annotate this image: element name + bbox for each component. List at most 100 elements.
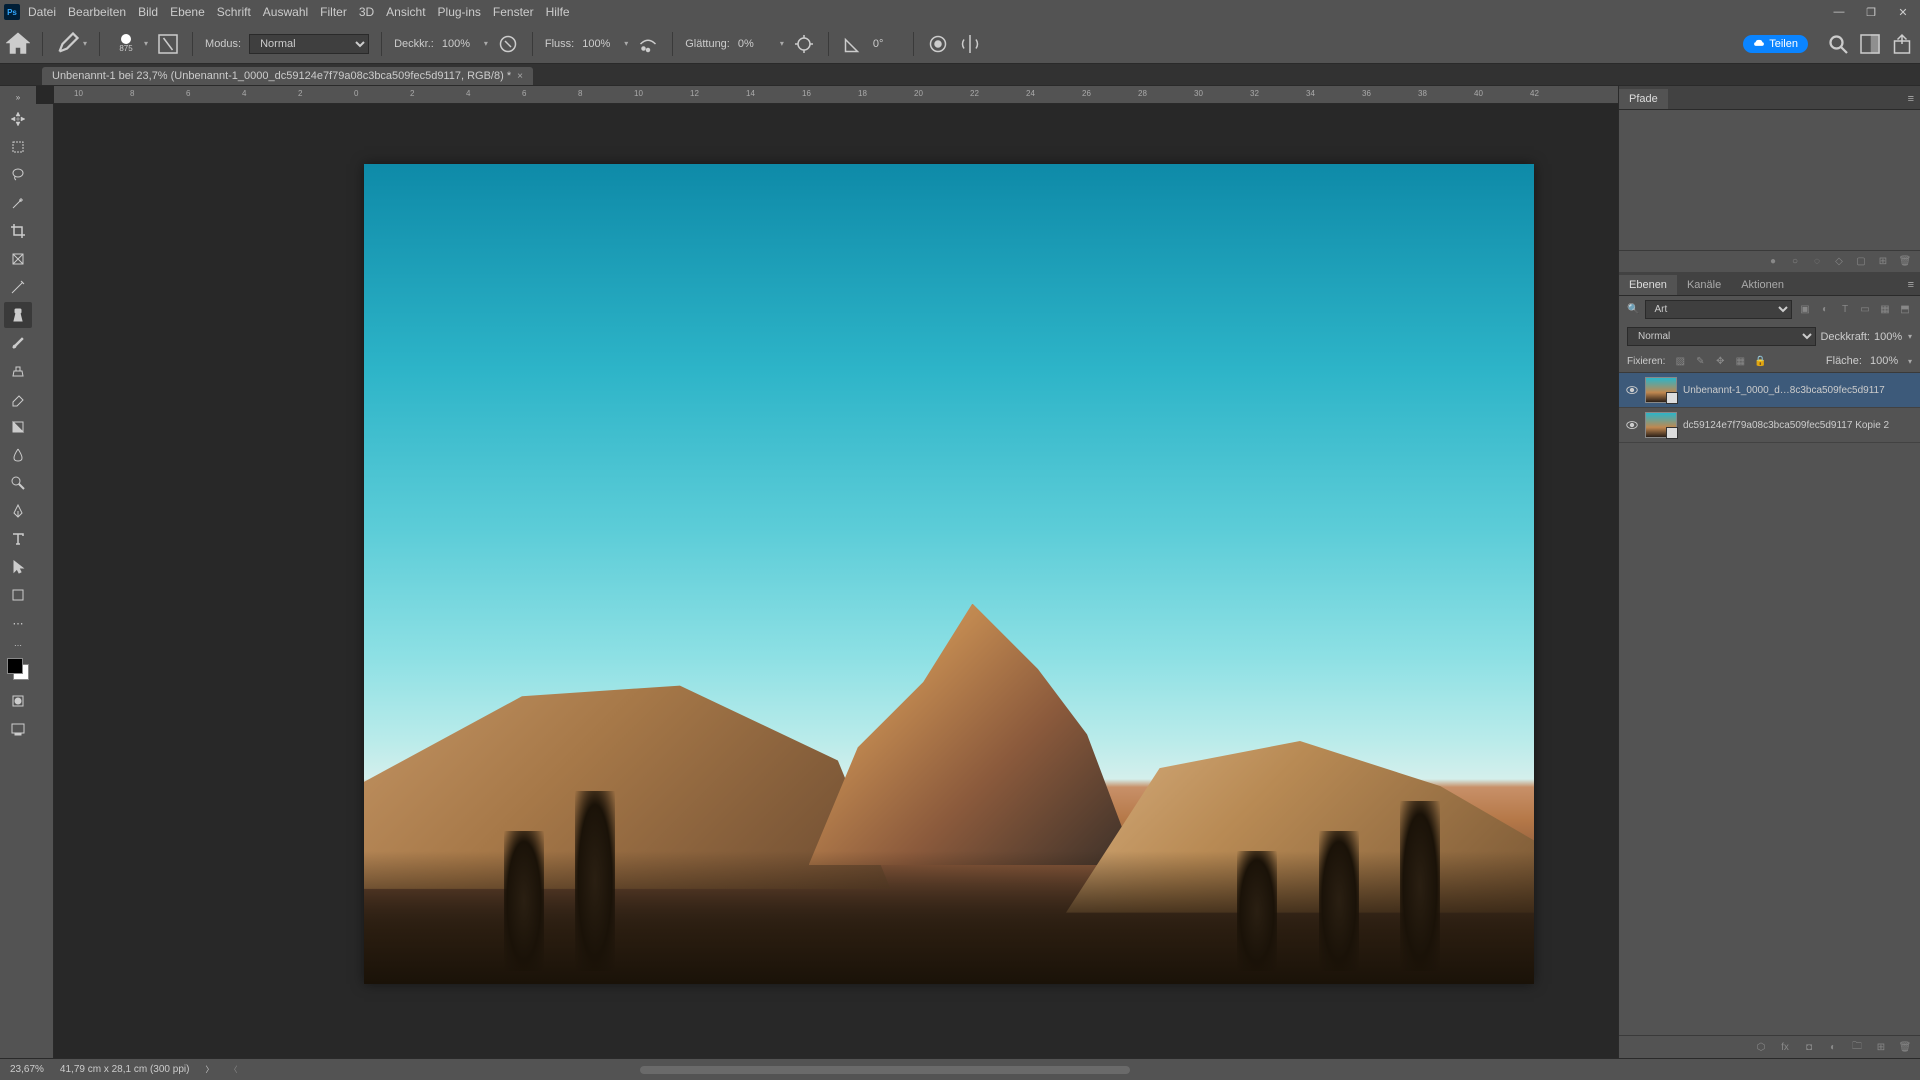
clone-stamp-tool[interactable] xyxy=(4,358,32,384)
menu-fenster[interactable]: Fenster xyxy=(493,5,534,19)
new-adjustment-layer-icon[interactable]: ◐ xyxy=(1826,1040,1840,1054)
search-icon[interactable] xyxy=(1826,32,1850,56)
layer-name[interactable]: dc59124e7f79a08c3bca509fec5d9117 Kopie 2 xyxy=(1683,420,1914,431)
menu-ansicht[interactable]: Ansicht xyxy=(386,5,425,19)
filter-pixel-icon[interactable]: ▣ xyxy=(1798,303,1812,317)
brush-preset-chevron-icon[interactable]: ▾ xyxy=(144,39,148,48)
layer-row[interactable]: dc59124e7f79a08c3bca509fec5d9117 Kopie 2 xyxy=(1619,408,1920,443)
healing-brush-tool[interactable] xyxy=(4,302,32,328)
link-layers-icon[interactable]: ⬡ xyxy=(1754,1040,1768,1054)
type-tool[interactable] xyxy=(4,526,32,552)
airbrush-icon[interactable] xyxy=(636,32,660,56)
quick-mask-icon[interactable] xyxy=(4,688,32,714)
share-button[interactable]: Teilen xyxy=(1743,35,1808,53)
new-path-icon[interactable]: ⊞ xyxy=(1876,255,1890,269)
doc-info-chevron-icon[interactable]: 〉 xyxy=(205,1064,213,1075)
smoothing-options-icon[interactable] xyxy=(792,32,816,56)
smoothing-input[interactable] xyxy=(738,38,776,50)
eraser-tool[interactable] xyxy=(4,386,32,412)
menu-bild[interactable]: Bild xyxy=(138,5,158,19)
fill-chevron-icon[interactable]: ▾ xyxy=(1908,357,1912,366)
layer-name[interactable]: Unbenannt-1_0000_d…8c3bca509fec5d9117 xyxy=(1683,385,1914,396)
marquee-tool[interactable] xyxy=(4,134,32,160)
dodge-tool[interactable] xyxy=(4,470,32,496)
document-dimensions[interactable]: 41,79 cm x 28,1 cm (300 ppi) xyxy=(60,1064,190,1075)
layer-thumbnail[interactable] xyxy=(1645,412,1677,438)
smoothing-chevron-icon[interactable]: ▾ xyxy=(780,39,784,48)
screen-mode-icon[interactable] xyxy=(4,716,32,742)
menu-ebene[interactable]: Ebene xyxy=(170,5,205,19)
blur-tool[interactable] xyxy=(4,442,32,468)
artboard[interactable] xyxy=(364,164,1534,984)
add-layer-mask-icon[interactable]: ◘ xyxy=(1802,1040,1816,1054)
flow-chevron-icon[interactable]: ▾ xyxy=(624,39,628,48)
new-group-icon[interactable]: 🗀 xyxy=(1850,1040,1864,1054)
opacity-chevron-icon[interactable]: ▾ xyxy=(484,39,488,48)
tab-pfade[interactable]: Pfade xyxy=(1619,89,1668,109)
frame-tool[interactable] xyxy=(4,246,32,272)
path-selection-tool[interactable] xyxy=(4,554,32,580)
brush-preview[interactable]: 875 xyxy=(112,30,140,58)
panel-menu-icon[interactable]: ≡ xyxy=(1902,89,1920,109)
zoom-level[interactable]: 23,67% xyxy=(10,1064,44,1075)
angle-input[interactable] xyxy=(873,38,901,50)
lock-position-icon[interactable]: ✥ xyxy=(1713,354,1727,368)
horizontal-ruler[interactable]: 10 8 6 4 2 0 2 4 6 8 10 12 14 16 18 20 2… xyxy=(54,86,1618,104)
visibility-eye-icon[interactable] xyxy=(1625,418,1639,432)
layers-panel-menu-icon[interactable]: ≡ xyxy=(1902,275,1920,295)
menu-hilfe[interactable]: Hilfe xyxy=(546,5,570,19)
layer-opacity-input[interactable] xyxy=(1874,331,1908,343)
tab-close-icon[interactable]: × xyxy=(517,71,523,82)
foreground-color-swatch[interactable] xyxy=(7,658,23,674)
path-to-selection-icon[interactable]: ◌ xyxy=(1810,255,1824,269)
filter-shape-icon[interactable]: ▭ xyxy=(1858,303,1872,317)
more-tools-icon[interactable]: ⋯ xyxy=(4,610,32,636)
eyedropper-tool[interactable] xyxy=(4,274,32,300)
brush-tool[interactable] xyxy=(4,330,32,356)
layer-blend-select[interactable]: Normal xyxy=(1627,327,1816,346)
tab-aktionen[interactable]: Aktionen xyxy=(1731,275,1794,295)
delete-layer-icon[interactable]: 🗑 xyxy=(1898,1040,1912,1054)
lock-artboard-icon[interactable]: ▦ xyxy=(1733,354,1747,368)
menu-bearbeiten[interactable]: Bearbeiten xyxy=(68,5,126,19)
collapse-toolbox-icon[interactable]: » xyxy=(4,90,32,104)
shape-tool[interactable] xyxy=(4,582,32,608)
menu-schrift[interactable]: Schrift xyxy=(217,5,251,19)
flow-input[interactable] xyxy=(582,38,620,50)
move-tool[interactable] xyxy=(4,106,32,132)
delete-path-icon[interactable]: 🗑 xyxy=(1898,255,1912,269)
restore-icon[interactable]: ❐ xyxy=(1864,5,1878,19)
document-tab[interactable]: Unbenannt-1 bei 23,7% (Unbenannt-1_0000_… xyxy=(42,67,533,85)
fill-input[interactable] xyxy=(1870,355,1904,367)
workspace-icon[interactable] xyxy=(1858,32,1882,56)
filter-toggle-icon[interactable]: ⬒ xyxy=(1898,303,1912,317)
canvas-area[interactable] xyxy=(54,104,1618,1058)
lasso-tool[interactable] xyxy=(4,162,32,188)
vertical-ruler[interactable] xyxy=(36,104,54,1058)
selection-to-path-icon[interactable]: ◇ xyxy=(1832,255,1846,269)
home-icon[interactable] xyxy=(6,32,30,56)
pressure-opacity-icon[interactable] xyxy=(496,32,520,56)
pressure-size-icon[interactable] xyxy=(926,32,950,56)
menu-3d[interactable]: 3D xyxy=(359,5,374,19)
crop-tool[interactable] xyxy=(4,218,32,244)
minimize-icon[interactable]: — xyxy=(1832,5,1846,19)
add-mask-icon[interactable]: ▢ xyxy=(1854,255,1868,269)
symmetry-icon[interactable] xyxy=(958,32,982,56)
new-layer-icon[interactable]: ⊞ xyxy=(1874,1040,1888,1054)
close-icon[interactable]: ✕ xyxy=(1896,5,1910,19)
menu-filter[interactable]: Filter xyxy=(320,5,347,19)
lock-transparency-icon[interactable]: ▨ xyxy=(1673,354,1687,368)
menu-datei[interactable]: Datei xyxy=(28,5,56,19)
magic-wand-tool[interactable] xyxy=(4,190,32,216)
layer-row[interactable]: Unbenannt-1_0000_d…8c3bca509fec5d9117 xyxy=(1619,373,1920,408)
lock-pixels-icon[interactable]: ✎ xyxy=(1693,354,1707,368)
tab-ebenen[interactable]: Ebenen xyxy=(1619,275,1677,295)
layer-thumbnail[interactable] xyxy=(1645,377,1677,403)
layer-style-icon[interactable]: fx xyxy=(1778,1040,1792,1054)
layer-opacity-chevron-icon[interactable]: ▾ xyxy=(1908,332,1912,341)
visibility-eye-icon[interactable] xyxy=(1625,383,1639,397)
gradient-tool[interactable] xyxy=(4,414,32,440)
filter-smart-icon[interactable]: ▦ xyxy=(1878,303,1892,317)
tool-preset-chevron-icon[interactable]: ▾ xyxy=(83,39,87,48)
